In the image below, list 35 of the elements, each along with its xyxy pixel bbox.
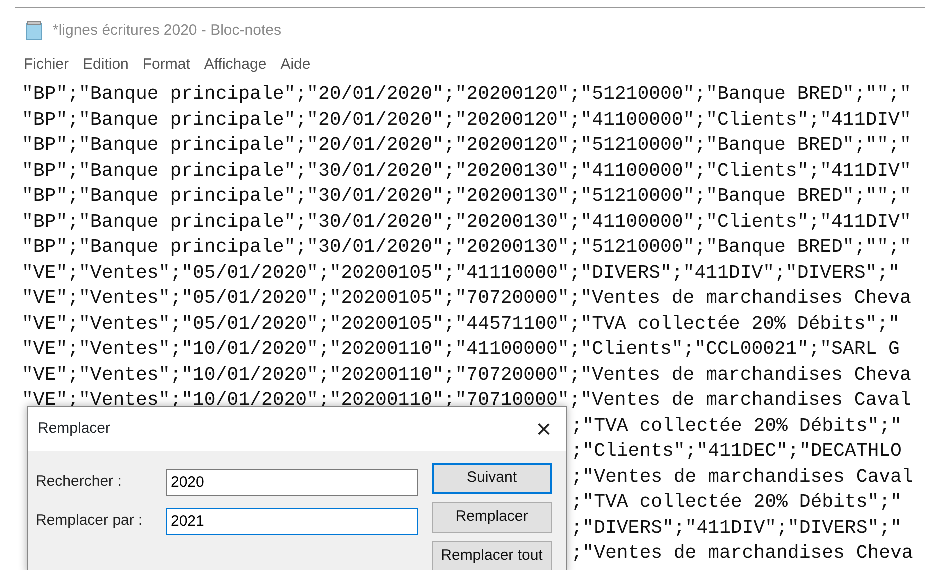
text-line: "BP";"Banque principale";"20/01/2020";"20200120";"41100000";"Clients";"411DIV"	[22, 108, 912, 130]
menu-item[interactable]: Affichage	[198, 54, 273, 82]
dialog-button[interactable]: Remplacer tout	[432, 541, 552, 570]
text-line: "BP";"Banque principale";"30/01/2020";"20200130";"51210000";"Banque BRED";"";"	[22, 236, 912, 258]
dialog-title: Remplacer	[38, 418, 111, 439]
text-line: ;"TVA collectée 20% Débits";"	[571, 490, 902, 515]
dialog-button[interactable]: Remplacer	[432, 502, 552, 533]
text-line: "VE";"Ventes";"10/01/2020";"20200110";"41100000";"Clients";"CCL00021";"SARL G	[22, 338, 900, 360]
text-line: "VE";"Ventes";"10/01/2020";"20200110";"70710000";"Ventes de marchandises Caval	[22, 389, 912, 411]
menu-item[interactable]: Format	[136, 54, 196, 82]
menu-item[interactable]: Edition	[77, 54, 135, 82]
text-line: ;"Ventes de marchandises Caval	[571, 464, 914, 490]
text-line: ;"TVA collectée 20% Débits";"	[571, 414, 902, 438]
text-line: "BP";"Banque principale";"30/01/2020";"20200130";"41100000";"Clients";"411DIV"	[22, 210, 912, 232]
text-line: "BP";"Banque principale";"30/01/2020";"20200130";"41100000";"Clients";"411DIV"	[22, 160, 912, 182]
text-line: "VE";"Ventes";"05/01/2020";"20200105";"70720000";"Ventes de marchandises Cheva	[22, 287, 912, 309]
menu-item[interactable]: Aide	[274, 54, 317, 82]
input-field[interactable]: 2020	[166, 469, 418, 496]
text-line: ;"DIVERS";"411DIV";"DIVERS";"	[571, 516, 902, 540]
text-line: "BP";"Banque principale";"20/01/2020";"20200120";"51210000";"Banque BRED";"";"	[22, 134, 912, 156]
text-line: "VE";"Ventes";"05/01/2020";"20200105";"41110000";"DIVERS";"411DIV";"DIVERS";"	[22, 262, 900, 284]
text-line: "VE";"Ventes";"10/01/2020";"20200110";"70720000";"Ventes de marchandises Cheva	[22, 364, 912, 386]
notepad-icon	[25, 21, 45, 41]
text-line: "VE";"Ventes";"05/01/2020";"20200105";"44571100";"TVA collectée 20% Débits";"	[22, 312, 900, 334]
menu-item[interactable]: Fichier	[18, 54, 76, 82]
text-line: "BP";"Banque principale";"30/01/2020";"20200130";"51210000";"Banque BRED";"";"	[22, 185, 912, 207]
input-field[interactable]: 2021	[166, 508, 418, 535]
field-label: Rechercher :	[36, 472, 123, 492]
field-label: Remplacer par :	[36, 511, 144, 532]
window-title: *lignes écritures 2020 - Bloc-notes	[53, 20, 282, 41]
close-button[interactable]: ×	[522, 416, 566, 442]
text-line: ;"Clients";"411DEC";"DECATHLO	[571, 439, 902, 464]
text-line: "BP";"Banque principale";"20/01/2020";"20200120";"51210000";"Banque BRED";"";"	[22, 83, 912, 105]
text-line: ;"Ventes de marchandises Cheva	[571, 541, 914, 566]
dialog-button[interactable]: Suivant	[432, 463, 552, 494]
